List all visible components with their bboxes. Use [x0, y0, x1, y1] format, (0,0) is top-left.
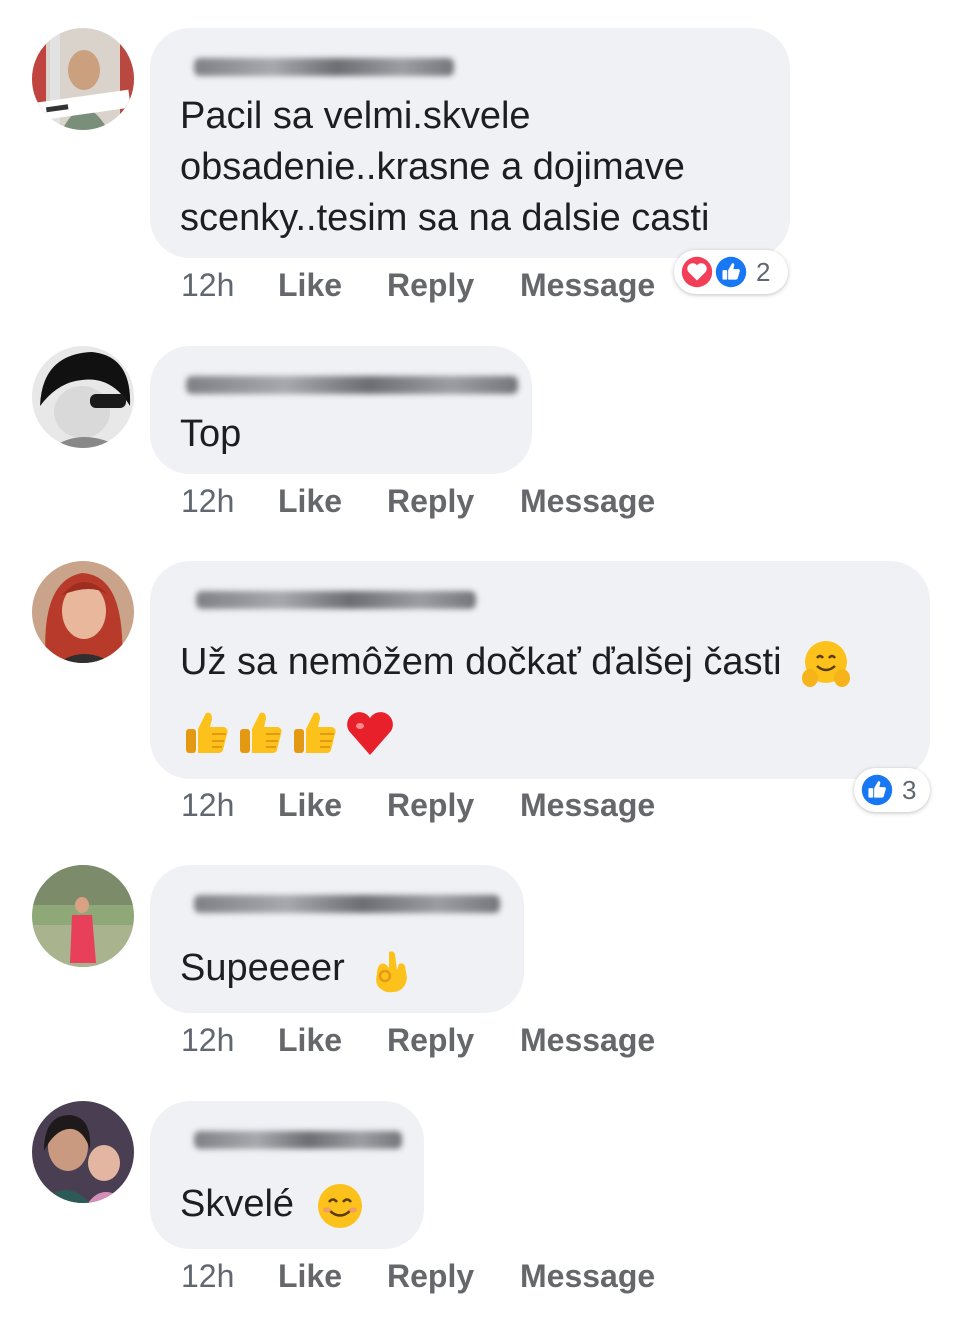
like-button[interactable]: Like	[278, 483, 342, 520]
thumbs-up-emoji	[290, 707, 340, 759]
comment-bubble: Top	[150, 346, 532, 474]
reply-button[interactable]: Reply	[387, 1258, 474, 1295]
like-icon	[858, 771, 896, 809]
like-button[interactable]: Like	[278, 787, 342, 824]
smiling-face-emoji	[315, 1181, 365, 1231]
avatar[interactable]	[32, 1101, 134, 1203]
message-button[interactable]: Message	[520, 1258, 655, 1295]
reply-button[interactable]: Reply	[387, 483, 474, 520]
like-button[interactable]: Like	[278, 1258, 342, 1295]
timestamp[interactable]: 12h	[181, 1258, 234, 1295]
message-button[interactable]: Message	[520, 787, 655, 824]
comment-line: obsadenie..krasne a dojimave	[180, 146, 685, 188]
reply-button[interactable]: Reply	[387, 1022, 474, 1059]
comment-text: Supeeeer	[180, 943, 415, 996]
author-name[interactable]	[186, 376, 518, 394]
reactions-summary[interactable]: 3	[854, 768, 930, 812]
timestamp[interactable]: 12h	[181, 787, 234, 824]
like-button[interactable]: Like	[278, 267, 342, 304]
comment-text: Pacil sa velmi.skvele obsadenie..krasne …	[180, 91, 709, 244]
timestamp[interactable]: 12h	[181, 267, 234, 304]
reactions-summary[interactable]: 2	[674, 250, 788, 294]
red-heart-emoji	[344, 707, 396, 759]
comment-line: Supeeeer	[180, 947, 345, 989]
message-button[interactable]: Message	[520, 483, 655, 520]
reply-button[interactable]: Reply	[387, 787, 474, 824]
comment-line: Pacil sa velmi.skvele	[180, 95, 531, 137]
author-name[interactable]	[194, 1131, 402, 1149]
comment-text: Skvelé	[180, 1179, 365, 1231]
comment-bubble: Skvelé	[150, 1101, 424, 1249]
avatar[interactable]	[32, 865, 134, 967]
comment-text: Už sa nemôžem dočkať ďalšej časti	[180, 637, 852, 690]
reaction-count: 3	[902, 774, 917, 805]
comment-text: Top	[180, 409, 241, 460]
timestamp[interactable]: 12h	[181, 1022, 234, 1059]
timestamp[interactable]: 12h	[181, 483, 234, 520]
like-icon	[712, 253, 750, 291]
comment-bubble: Supeeeer	[150, 865, 524, 1013]
comment-line: scenky..tesim sa na dalsie casti	[180, 197, 710, 239]
avatar[interactable]	[32, 561, 134, 663]
reaction-count: 2	[756, 256, 771, 287]
message-button[interactable]: Message	[520, 1022, 655, 1059]
author-name[interactable]	[196, 591, 476, 609]
ok-hand-emoji	[367, 944, 415, 996]
reply-button[interactable]: Reply	[387, 267, 474, 304]
avatar[interactable]	[32, 28, 134, 130]
love-icon	[678, 253, 716, 291]
comment-line: Už sa nemôžem dočkať ďalšej časti	[180, 641, 782, 683]
author-name[interactable]	[194, 58, 454, 76]
like-button[interactable]: Like	[278, 1022, 342, 1059]
comment-bubble: Pacil sa velmi.skvele obsadenie..krasne …	[150, 28, 790, 258]
message-button[interactable]: Message	[520, 267, 655, 304]
comment-line: Top	[180, 413, 242, 455]
hugging-face-emoji	[800, 638, 852, 690]
comment-line: Skvelé	[180, 1183, 295, 1225]
comment-bubble: Už sa nemôžem dočkať ďalšej časti	[150, 561, 930, 779]
thumbs-up-emoji	[182, 707, 232, 759]
avatar[interactable]	[32, 346, 134, 448]
thumbs-up-emoji	[236, 707, 286, 759]
emoji-row	[182, 707, 396, 759]
author-name[interactable]	[194, 895, 500, 913]
